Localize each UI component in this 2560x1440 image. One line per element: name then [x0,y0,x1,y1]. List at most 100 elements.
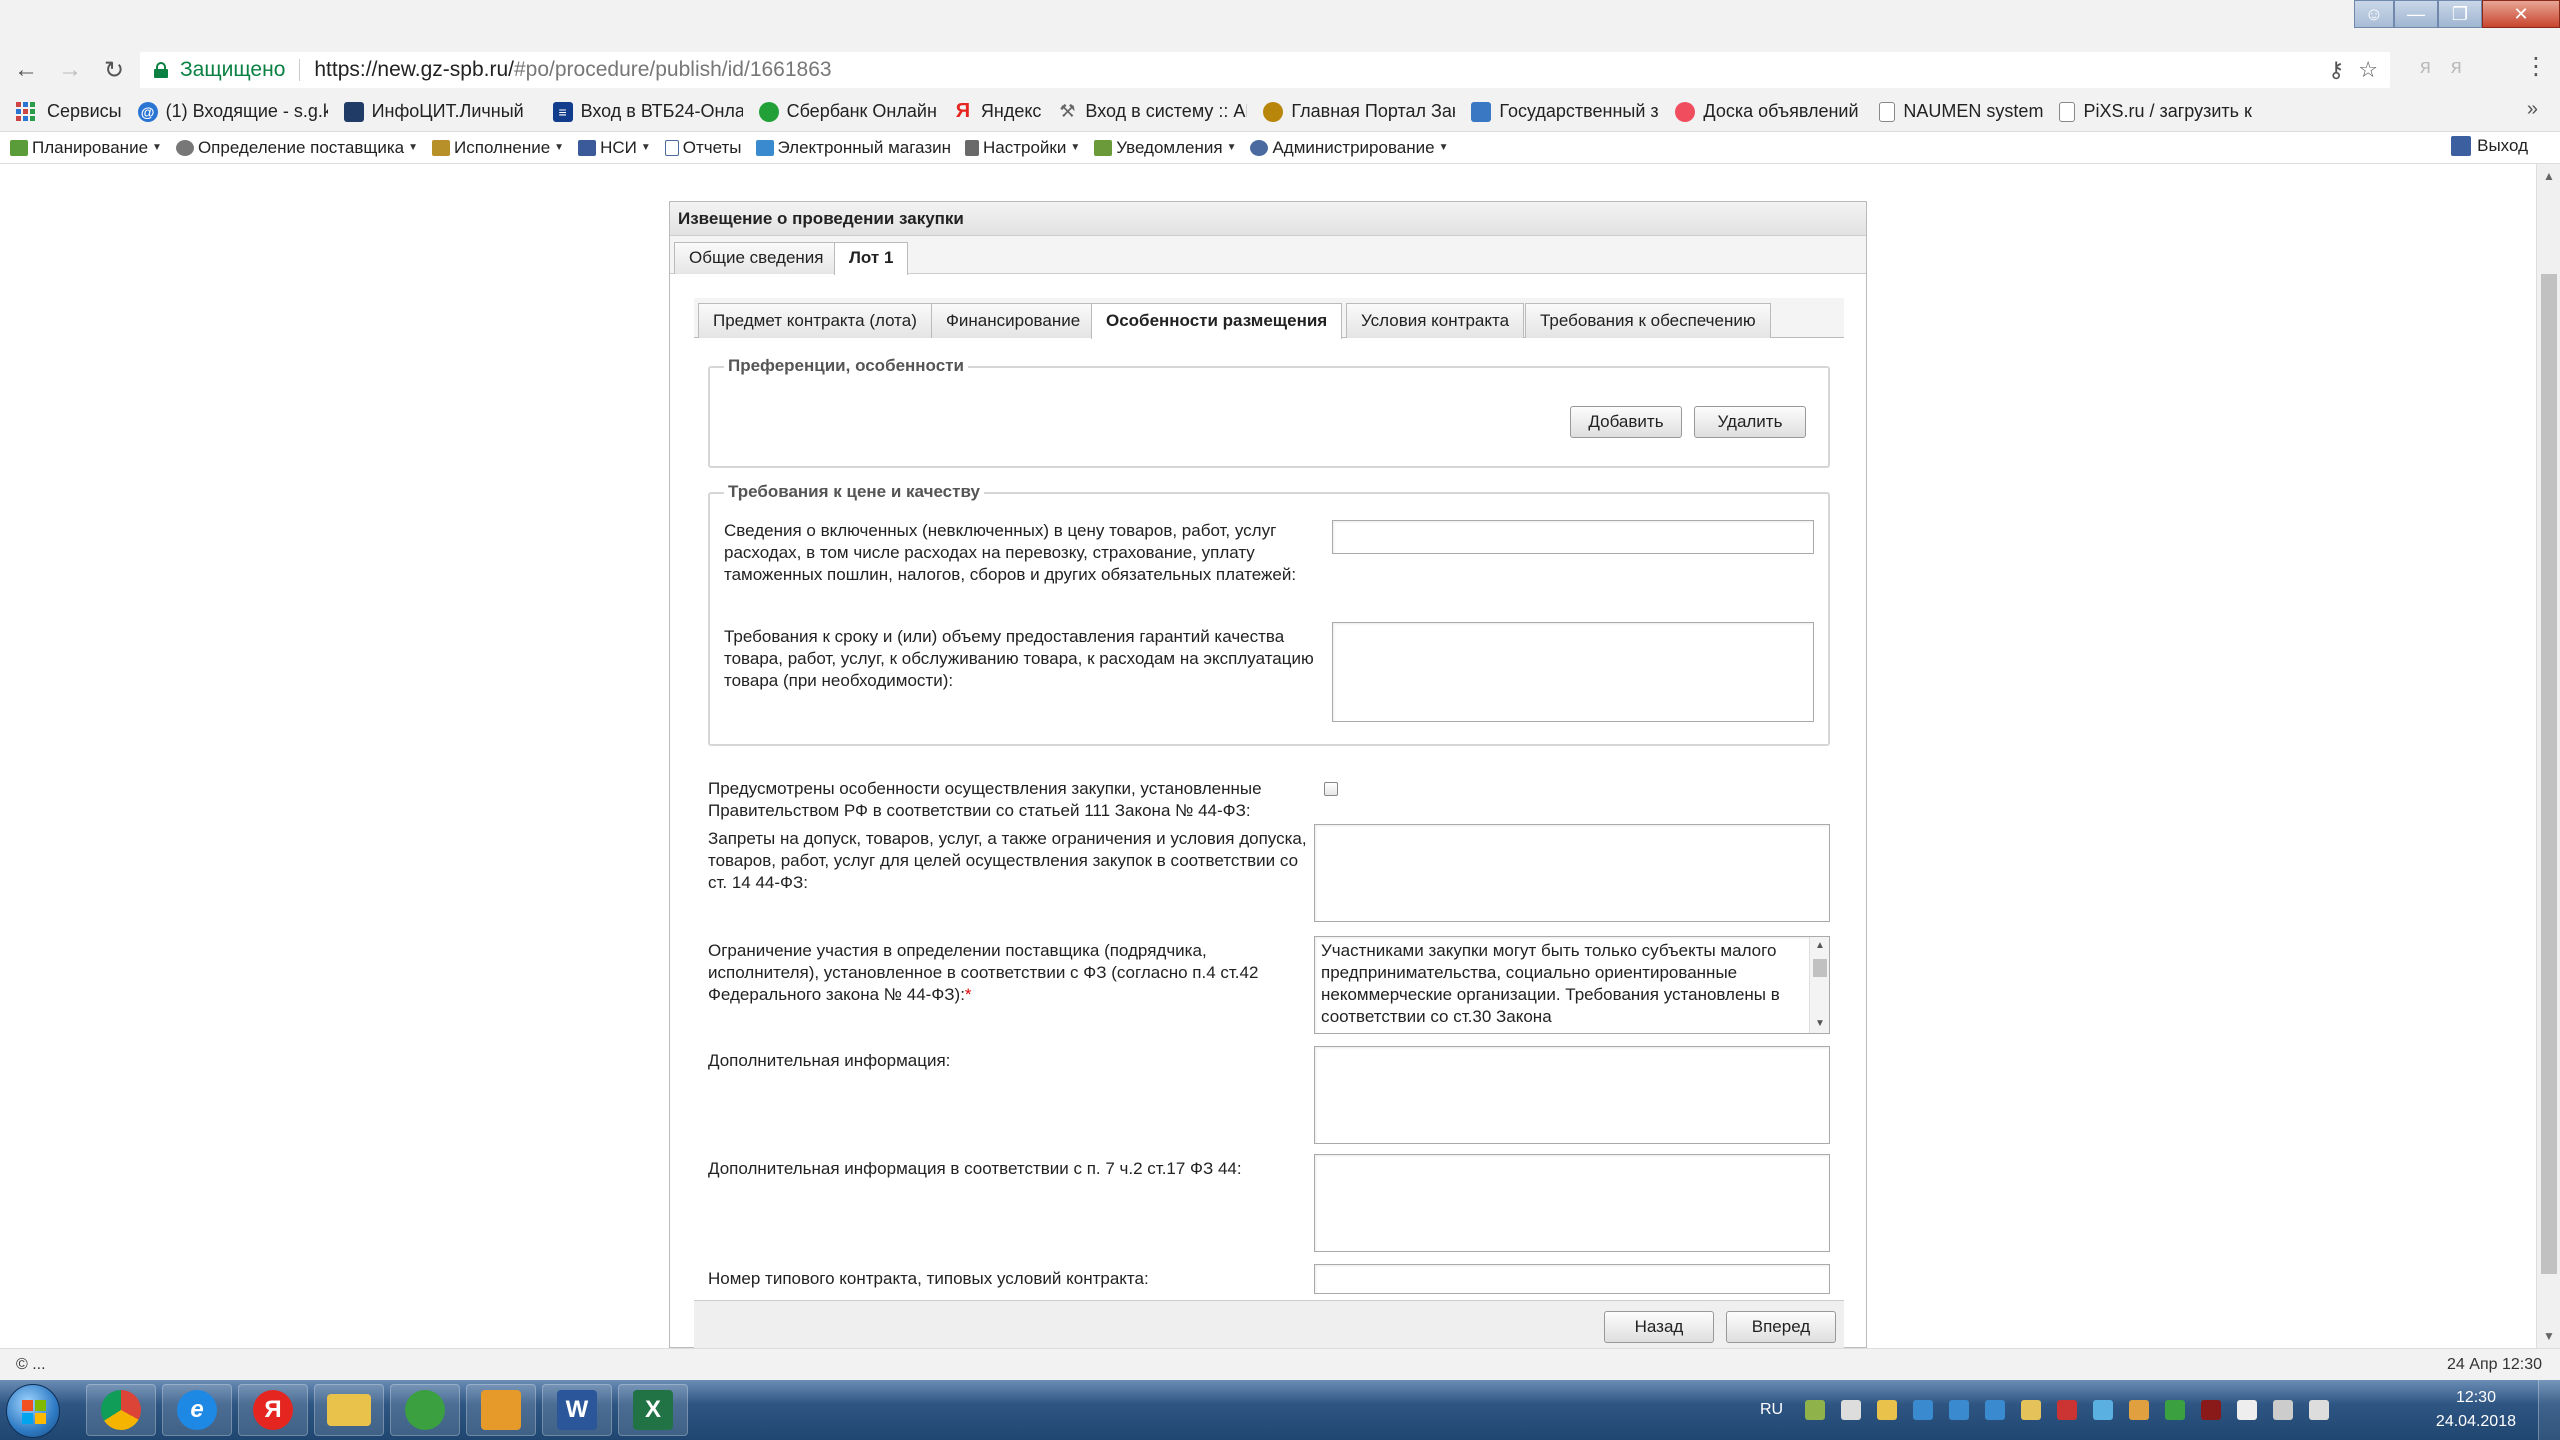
bookmark-gov[interactable]: Государственный з [1471,97,1659,127]
tray-app-icon-8[interactable] [2165,1400,2186,1420]
monitor-icon[interactable] [2273,1400,2294,1420]
bookmarks-overflow-button[interactable]: » [2527,98,2538,121]
taskbar-outlook[interactable] [466,1384,536,1436]
scroll-thumb[interactable] [1813,959,1827,977]
menu-eshop[interactable]: Электронный магазин [755,138,951,158]
url-path: #po/procedure/publish/id/1661863 [513,58,832,81]
bookmark-ais[interactable]: ⚒ Вход в систему :: АИ [1057,97,1247,127]
speaker-icon[interactable] [2309,1400,2330,1420]
tab-security-requirements[interactable]: Требования к обеспечению [1525,303,1771,338]
bookmark-portal[interactable]: Главная Портал Зак [1263,97,1455,127]
add-preference-button[interactable]: Добавить [1570,406,1682,438]
maximize-button[interactable]: ❐ [2438,0,2482,28]
taskbar-yandex[interactable]: Я [238,1384,308,1436]
menu-admin[interactable]: Администрирование ▼ [1250,138,1448,158]
logout-button[interactable]: Выход [2451,136,2528,156]
menu-settings[interactable]: Настройки ▼ [965,138,1080,158]
tab-general[interactable]: Общие сведения [674,242,839,274]
menu-reports[interactable]: Отчеты [664,138,742,158]
forward-button[interactable]: → [52,52,88,88]
mail-icon: @ [137,101,158,122]
close-window-button[interactable]: ✕ [2482,0,2560,28]
back-button[interactable]: ← [8,52,44,88]
tray-app-icon-6[interactable] [2093,1400,2114,1420]
tab-contract-subject[interactable]: Предмет контракта (лота) [698,303,932,338]
special-features-checkbox[interactable] [1324,782,1338,796]
bookmark-yandex[interactable]: Я Яндекс [953,97,1042,127]
scroll-up-icon[interactable]: ▲ [1810,937,1829,955]
scroll-down-icon[interactable]: ▼ [1810,1015,1829,1033]
taskbar-explorer[interactable] [314,1384,384,1436]
bookmark-inbox[interactable]: @ (1) Входящие - s.g.k [137,97,328,127]
tray-app-icon-2[interactable] [1949,1400,1970,1420]
guarantee-textarea[interactable] [1332,622,1814,722]
star-icon[interactable]: ☆ [2358,57,2378,83]
taskbar-chrome[interactable] [86,1384,156,1436]
bookmark-naumen[interactable]: NAUMEN system [1879,97,2043,127]
tray-app-icon-4[interactable] [2021,1400,2042,1420]
outlook-icon [481,1390,521,1430]
key-icon[interactable]: ⚷ [2328,57,2344,83]
tray-app-icon-3[interactable] [1985,1400,2006,1420]
tray-app-icon-1[interactable] [1913,1400,1934,1420]
tab-placement-features[interactable]: Особенности размещения [1091,303,1343,339]
bookmark-sberbank[interactable]: Сбербанк Онлайн [758,97,937,127]
tray-mail-icon[interactable] [1877,1400,1898,1420]
user-icon: ☺ [2364,3,2384,24]
browser-menu-button[interactable]: ⋮ [2524,52,2548,81]
bookmark-infocit[interactable]: ИнфоЦИТ.Личный [343,97,537,127]
delete-preference-button[interactable]: Удалить [1694,406,1806,438]
back-step-button[interactable]: Назад [1604,1311,1714,1343]
tab-contract-terms[interactable]: Условия контракта [1346,303,1525,338]
additional-info-17-textarea[interactable] [1314,1154,1830,1252]
scroll-down-icon[interactable]: ▼ [2537,1324,2560,1348]
tray-app-icon-5[interactable] [2057,1400,2078,1420]
yandex-extension-icon[interactable]: я [2420,56,2431,79]
admission-bans-textarea[interactable] [1314,824,1830,922]
additional-info-textarea[interactable] [1314,1046,1830,1144]
flag-icon[interactable] [2237,1400,2258,1420]
bookmark-pixs[interactable]: PiXS.ru / загрузить к [2059,97,2273,127]
menu-notifications[interactable]: Уведомления ▼ [1094,138,1236,158]
apps-icon[interactable] [16,102,35,121]
language-indicator[interactable]: RU [1760,1401,1783,1419]
menu-supplier[interactable]: Определение поставщика ▼ [175,138,418,158]
scroll-thumb[interactable] [2541,274,2557,1274]
participation-limit-textarea[interactable]: Участниками закупки могут быть только су… [1314,936,1830,1034]
tab-lot-1[interactable]: Лот 1 [834,242,909,275]
typical-contract-input[interactable] [1314,1264,1830,1294]
taskbar-qip[interactable] [390,1384,460,1436]
bookmark-vtb[interactable]: ≡ Вход в ВТБ24-Онла [552,97,743,127]
logout-label: Выход [2477,136,2528,155]
menu-nsi[interactable]: НСИ ▼ [578,138,651,158]
reload-button[interactable]: ↻ [96,52,132,88]
dialog-footer: Назад Вперед [694,1300,1844,1348]
tab-financing[interactable]: Финансирование [931,303,1096,338]
additional-info-17-label: Дополнительная информация в соответствии… [708,1159,1242,1178]
bookmark-label: Яндекс [980,101,1042,121]
show-desktop-button[interactable] [2538,1380,2560,1440]
tray-keyboard-icon[interactable] [1841,1400,1862,1420]
taskbar-word[interactable]: W [542,1384,612,1436]
forward-step-button[interactable]: Вперед [1726,1311,1836,1343]
page-scrollbar[interactable]: ▲ ▼ [2536,164,2560,1348]
tray-network-tool-icon[interactable] [1805,1400,1826,1420]
scroll-up-icon[interactable]: ▲ [2537,164,2560,188]
taskbar-clock[interactable]: 12:30 24.04.2018 [2436,1386,2516,1434]
yandex-extension-icon-2[interactable]: я [2451,56,2462,79]
taskbar-excel[interactable]: X [618,1384,688,1436]
bookmark-services[interactable]: Сервисы [47,97,122,127]
bookmark-board[interactable]: Доска объявлений [1675,97,1863,127]
menu-execution[interactable]: Исполнение ▼ [432,138,564,158]
tray-app-icon-7[interactable] [2129,1400,2150,1420]
start-button[interactable] [6,1384,60,1438]
textarea-scrollbar[interactable]: ▲ ▼ [1809,937,1829,1033]
included-costs-input[interactable] [1332,520,1814,554]
caret-down-icon: ▼ [1438,142,1449,153]
profile-button[interactable]: ☺ [2354,0,2394,28]
tray-app-icon-9[interactable] [2201,1400,2222,1420]
taskbar-ie[interactable]: e [162,1384,232,1436]
address-bar[interactable]: Защищено https://new.gz-spb.ru/#po/proce… [140,52,2390,88]
menu-planning[interactable]: Планирование ▼ [10,138,162,158]
minimize-button[interactable]: — [2394,0,2438,28]
